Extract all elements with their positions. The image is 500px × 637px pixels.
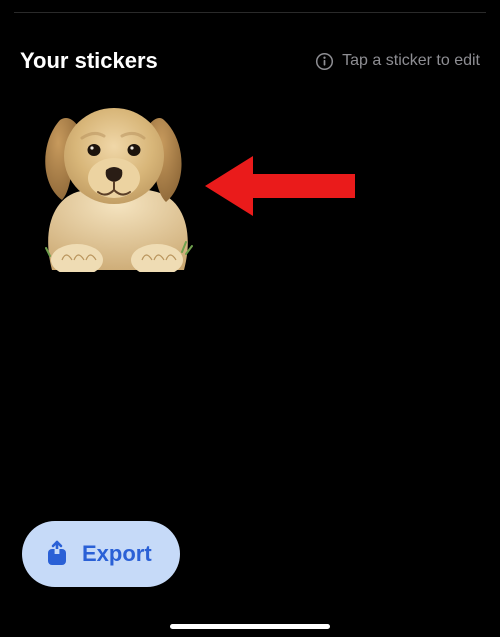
edit-hint: Tap a sticker to edit (315, 52, 480, 71)
sticker-item[interactable] (22, 92, 212, 272)
home-indicator[interactable] (170, 624, 330, 629)
arrow-left-icon (205, 150, 355, 222)
edit-hint-label: Tap a sticker to edit (342, 52, 480, 70)
export-button[interactable]: Export (22, 521, 180, 587)
header: Your stickers Tap a sticker to edit (0, 48, 500, 74)
puppy-sticker-image (22, 92, 212, 272)
divider (14, 12, 486, 13)
export-button-label: Export (82, 541, 152, 567)
info-icon (315, 52, 334, 71)
annotation-arrow (205, 150, 355, 222)
page-title: Your stickers (20, 48, 158, 74)
export-icon (44, 540, 70, 568)
